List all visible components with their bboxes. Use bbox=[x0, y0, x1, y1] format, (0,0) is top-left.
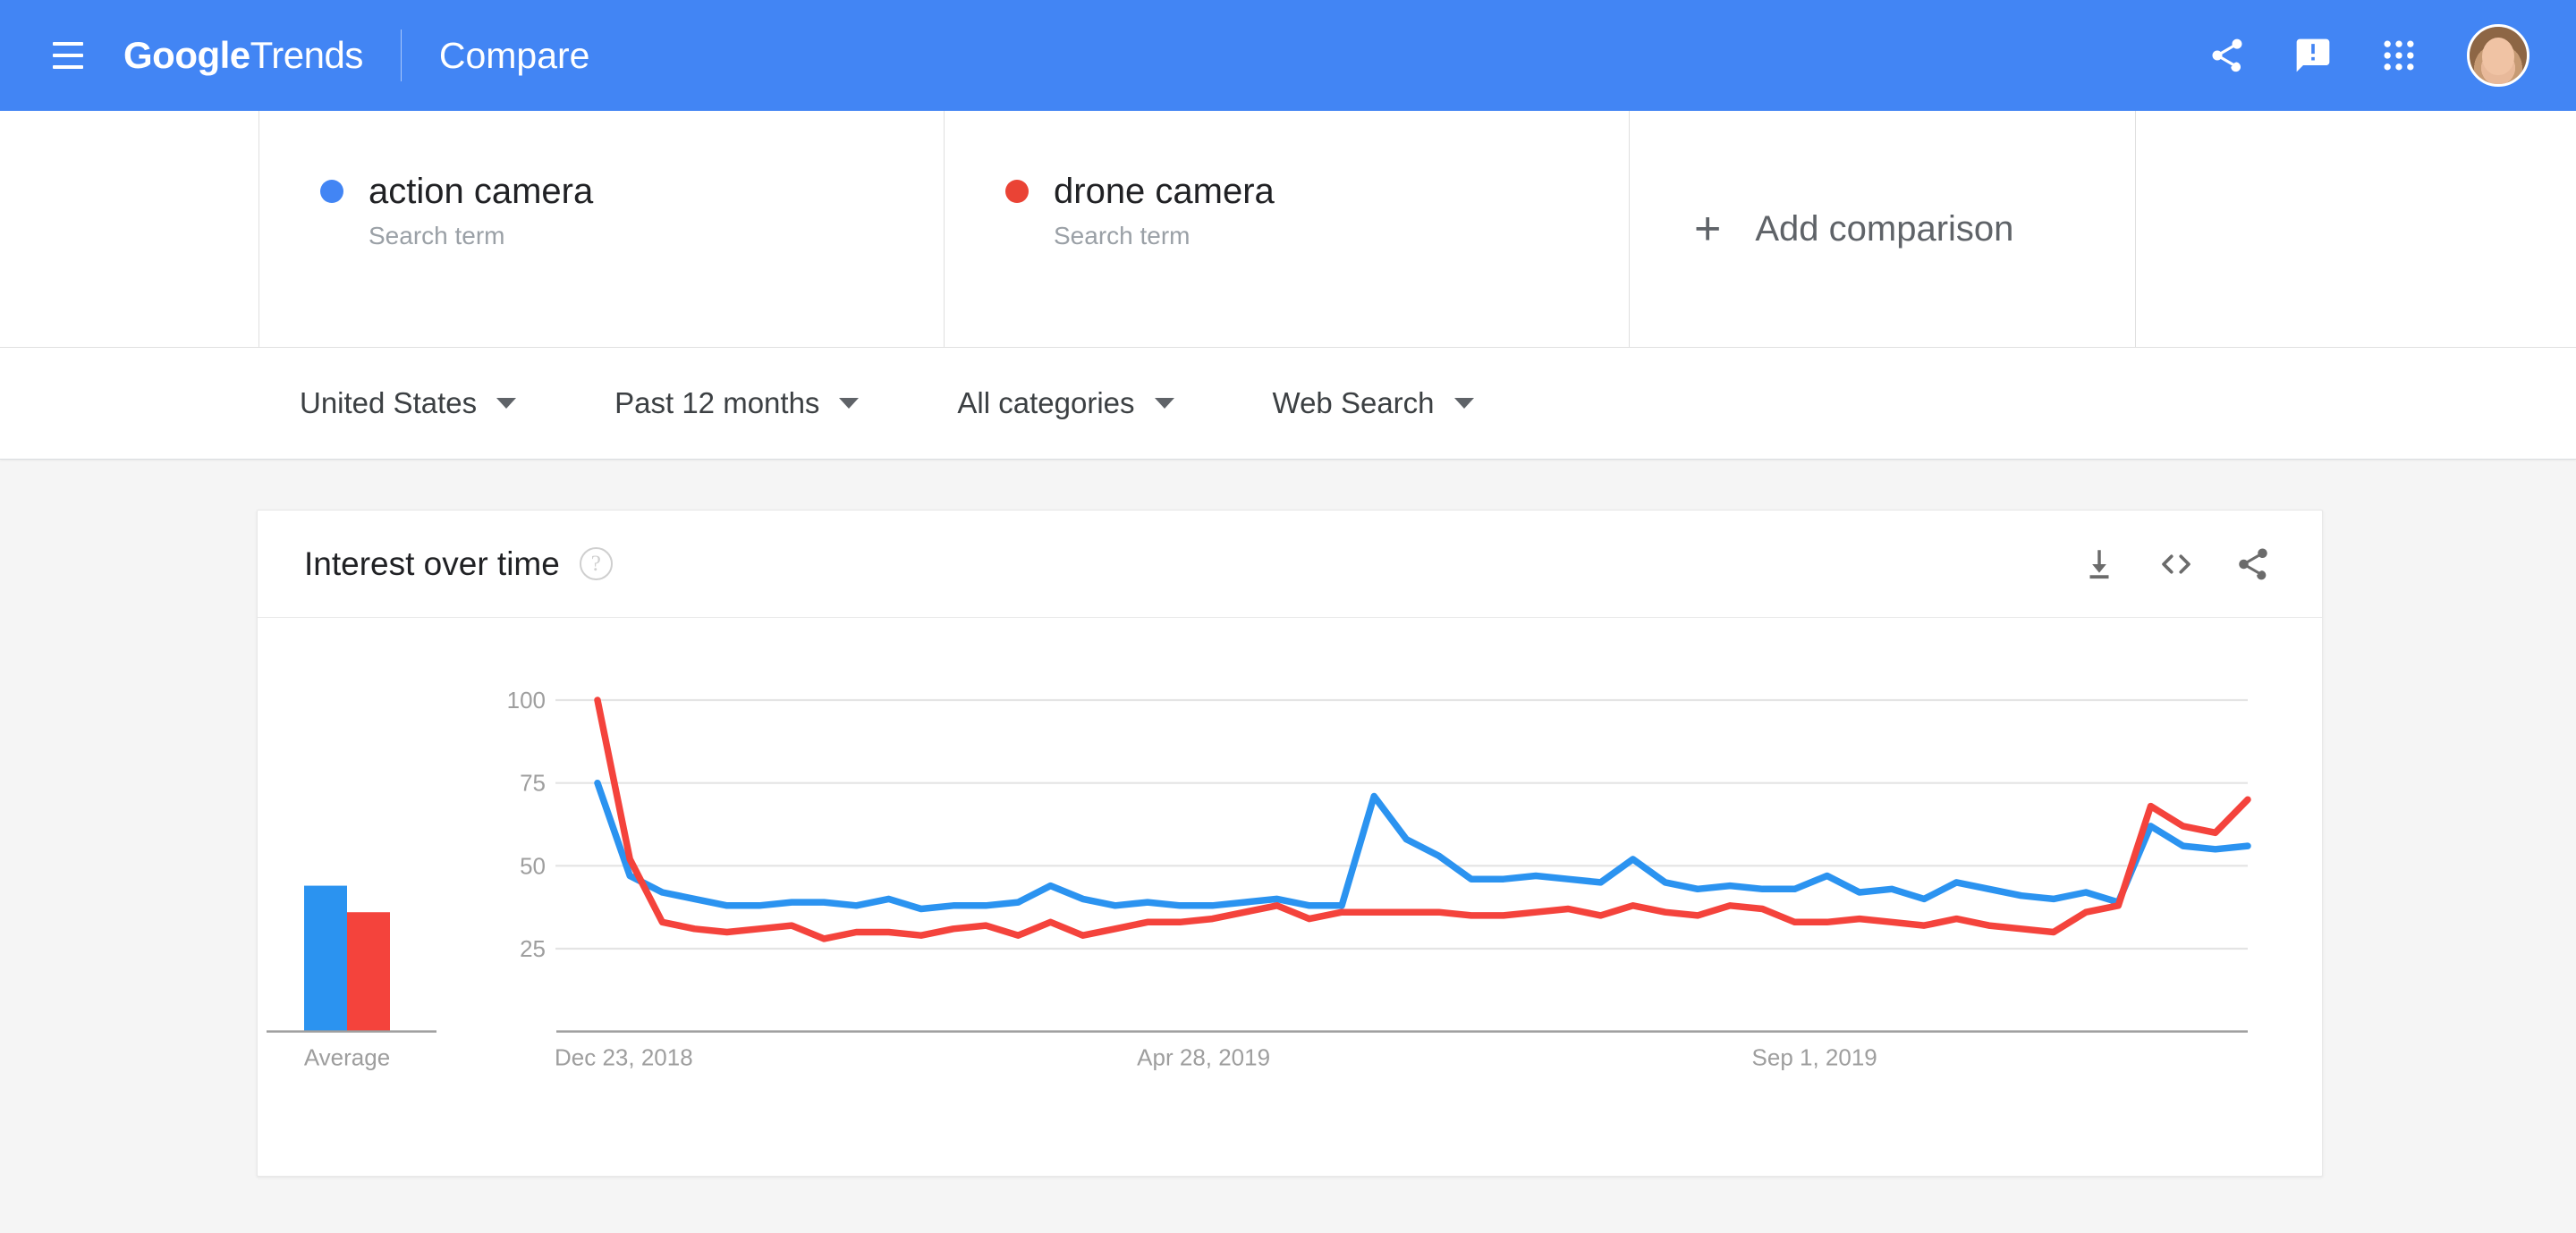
user-avatar[interactable] bbox=[2467, 24, 2529, 87]
terms-right-gutter bbox=[2136, 111, 2576, 347]
series-line-1 bbox=[594, 779, 2251, 913]
avatar-face bbox=[2482, 37, 2514, 75]
search-term-type-1: Search term bbox=[369, 222, 505, 249]
filter-bar: United States Past 12 months All categor… bbox=[0, 348, 2576, 460]
logo-trends-text: Trends bbox=[250, 34, 364, 76]
chart-area: Average 100 75 50 25 Dec 23, 2018 Apr 28, 2019… bbox=[258, 618, 2322, 1176]
filter-location[interactable]: United States bbox=[300, 386, 517, 420]
filter-search-type-label: Web Search bbox=[1272, 386, 1435, 419]
series-color-dot-1 bbox=[320, 180, 343, 203]
card-header: Interest over time ? bbox=[258, 511, 2322, 618]
y-tick-label: 25 bbox=[520, 935, 546, 962]
embed-code-icon[interactable] bbox=[2138, 526, 2215, 603]
terms-left-gutter bbox=[0, 111, 259, 347]
search-term-name-1: action camera bbox=[369, 172, 594, 211]
card-title: Interest over time bbox=[304, 545, 560, 582]
search-term-card-1[interactable]: action camera Search term bbox=[259, 111, 945, 347]
share-icon[interactable] bbox=[2215, 526, 2292, 603]
y-tick-label: 75 bbox=[520, 770, 546, 797]
filter-category-label: All categories bbox=[957, 386, 1135, 419]
series-color-dot-2 bbox=[1005, 180, 1029, 203]
average-bar-1 bbox=[304, 885, 347, 1032]
x-tick-label: Apr 28, 2019 bbox=[1137, 1044, 1270, 1071]
interest-over-time-card: Interest over time ? Average 100 75 50 2… bbox=[257, 510, 2323, 1177]
google-trends-logo[interactable]: GoogleTrends bbox=[123, 34, 363, 77]
add-comparison-label: Add comparison bbox=[1755, 208, 2014, 249]
y-tick-label: 100 bbox=[507, 687, 546, 714]
comparison-terms-row: action camera Search term drone camera S… bbox=[0, 111, 2576, 348]
search-term-type-2: Search term bbox=[1054, 222, 1191, 249]
chevron-down-icon bbox=[1453, 398, 1474, 409]
chevron-down-icon bbox=[839, 398, 860, 409]
search-term-header-1: action camera bbox=[320, 172, 944, 211]
x-tick-label: Dec 23, 2018 bbox=[555, 1044, 693, 1071]
search-term-header-2: drone camera bbox=[1005, 172, 1629, 211]
x-tick-label: Sep 1, 2019 bbox=[1752, 1044, 1877, 1071]
help-icon[interactable]: ? bbox=[579, 547, 613, 580]
search-term-card-2[interactable]: drone camera Search term bbox=[945, 111, 1630, 347]
filter-location-label: United States bbox=[300, 386, 478, 419]
page-title: Compare bbox=[438, 34, 590, 76]
filter-category[interactable]: All categories bbox=[957, 386, 1174, 420]
logo-google-text: Google bbox=[123, 34, 250, 76]
interest-over-time-chart[interactable]: Average 100 75 50 25 Dec 23, 2018 Apr 28, 2019… bbox=[258, 618, 2322, 1176]
download-icon[interactable] bbox=[2061, 526, 2138, 603]
add-comparison-button[interactable]: + Add comparison bbox=[1630, 111, 2136, 347]
filter-time-range-label: Past 12 months bbox=[614, 386, 820, 419]
feedback-icon[interactable] bbox=[2270, 13, 2356, 98]
search-term-name-2: drone camera bbox=[1054, 172, 1275, 211]
main-content: Interest over time ? Average 100 75 50 2… bbox=[0, 460, 2576, 1177]
average-bar-2 bbox=[347, 912, 390, 1032]
hamburger-menu-icon[interactable] bbox=[39, 27, 97, 84]
plus-icon: + bbox=[1694, 203, 1722, 255]
y-tick-label: 50 bbox=[520, 852, 546, 879]
filter-time-range[interactable]: Past 12 months bbox=[614, 386, 860, 420]
apps-grid-icon[interactable] bbox=[2356, 13, 2442, 98]
average-label: Average bbox=[304, 1044, 390, 1071]
share-icon[interactable] bbox=[2184, 13, 2270, 98]
app-header: GoogleTrends Compare bbox=[0, 0, 2576, 111]
chevron-down-icon bbox=[1154, 398, 1174, 409]
filter-search-type[interactable]: Web Search bbox=[1273, 386, 1474, 420]
chevron-down-icon bbox=[496, 398, 517, 409]
header-divider bbox=[400, 30, 402, 81]
